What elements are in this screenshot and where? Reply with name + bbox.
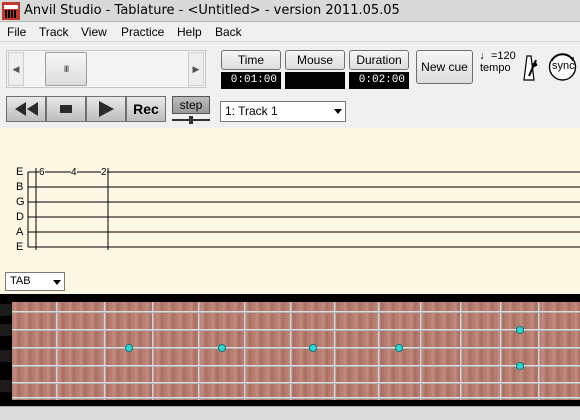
status-strip [0, 406, 580, 420]
guitar-string [12, 382, 580, 384]
fretboard[interactable] [0, 294, 580, 406]
mouse-readout [285, 72, 345, 89]
tablature-area[interactable]: E B G D A E 6 4 2 [0, 128, 580, 294]
sync-label: sync [552, 60, 575, 72]
menu-back[interactable]: Back [215, 25, 242, 39]
duration-button[interactable]: Duration [349, 50, 409, 70]
sync-button[interactable]: sync [547, 50, 578, 84]
view-mode-value: TAB [10, 275, 31, 287]
string-marker [0, 304, 12, 316]
track-select[interactable]: 1: Track 1 [220, 101, 346, 122]
guitar-string [12, 347, 580, 349]
view-mode-select[interactable]: TAB [5, 272, 65, 291]
step-button[interactable]: step [172, 96, 210, 114]
fret [460, 302, 462, 400]
string-label-g: G [16, 196, 25, 208]
guitar-string [12, 329, 580, 331]
tablature-staff [27, 168, 580, 250]
fret [378, 302, 380, 400]
menu-bar: File Track View Practice Help Back [0, 22, 580, 42]
tab-note[interactable]: 2 [101, 167, 107, 178]
position-scrollbar[interactable]: ◀ III ▶ [6, 50, 206, 88]
fret [420, 302, 422, 400]
play-button[interactable] [86, 96, 126, 122]
time-readout: 0:01:00 [221, 72, 281, 89]
step-slider[interactable] [172, 116, 210, 124]
duration-readout: 0:02:00 [349, 72, 409, 89]
metronome-icon[interactable] [516, 50, 542, 84]
fret-note-dot[interactable] [395, 344, 403, 352]
tempo-label: tempo [480, 62, 511, 74]
menu-practice[interactable]: Practice [121, 25, 164, 39]
fret [198, 302, 200, 400]
fret-note-dot[interactable] [218, 344, 226, 352]
guitar-string [12, 397, 580, 399]
fret [56, 302, 58, 400]
track-select-value: 1: Track 1 [225, 104, 278, 118]
scroll-right-arrow-icon[interactable]: ▶ [188, 52, 204, 86]
fret [104, 302, 106, 400]
fret-note-dot[interactable] [516, 326, 524, 334]
fret [290, 302, 292, 400]
chevron-down-icon [334, 109, 342, 114]
fret [500, 302, 502, 400]
play-icon [99, 101, 114, 117]
record-button[interactable]: Rec [126, 96, 166, 122]
title-bar: Anvil Studio - Tablature - <Untitled> - … [0, 0, 580, 22]
menu-view[interactable]: View [81, 25, 107, 39]
fret-note-dot[interactable] [516, 362, 524, 370]
fret [538, 302, 540, 400]
time-button[interactable]: Time [221, 50, 281, 70]
stop-button[interactable] [46, 96, 86, 122]
guitar-string [12, 311, 580, 313]
string-label-low-e: E [16, 241, 24, 253]
scroll-left-arrow-icon[interactable]: ◀ [8, 52, 24, 86]
tab-note[interactable]: 4 [71, 167, 77, 178]
new-cue-button[interactable]: New cue [416, 50, 473, 84]
rewind-icon [15, 102, 38, 116]
string-label-d: D [16, 211, 24, 223]
fretboard-wood [12, 302, 580, 400]
fret-note-dot[interactable] [125, 344, 133, 352]
record-label: Rec [133, 101, 159, 117]
fret [152, 302, 154, 400]
tempo-button[interactable]: ♩=120 tempo [480, 50, 516, 84]
string-label-b: B [16, 181, 24, 193]
toolbar: ◀ III ▶ Time Mouse Duration 0:01:00 0:02… [0, 42, 580, 128]
fret [334, 302, 336, 400]
tab-note[interactable]: 6 [39, 167, 45, 178]
menu-track[interactable]: Track [39, 25, 69, 39]
anvil-app-icon [2, 2, 20, 20]
string-marker [0, 380, 12, 392]
string-label-high-e: E [16, 166, 24, 178]
stop-icon [60, 105, 72, 113]
menu-help[interactable]: Help [177, 25, 202, 39]
scrollbar-thumb[interactable]: III [45, 52, 87, 86]
chevron-down-icon [53, 280, 61, 285]
menu-file[interactable]: File [7, 25, 26, 39]
fret [244, 302, 246, 400]
string-marker [0, 324, 12, 336]
mouse-button[interactable]: Mouse [285, 50, 345, 70]
string-label-a: A [16, 226, 24, 238]
tempo-value: ♩=120 [480, 50, 516, 62]
rewind-button[interactable] [6, 96, 46, 122]
fret-note-dot[interactable] [309, 344, 317, 352]
window-title: Anvil Studio - Tablature - <Untitled> - … [24, 3, 400, 18]
string-marker [0, 350, 12, 362]
guitar-string [12, 365, 580, 367]
